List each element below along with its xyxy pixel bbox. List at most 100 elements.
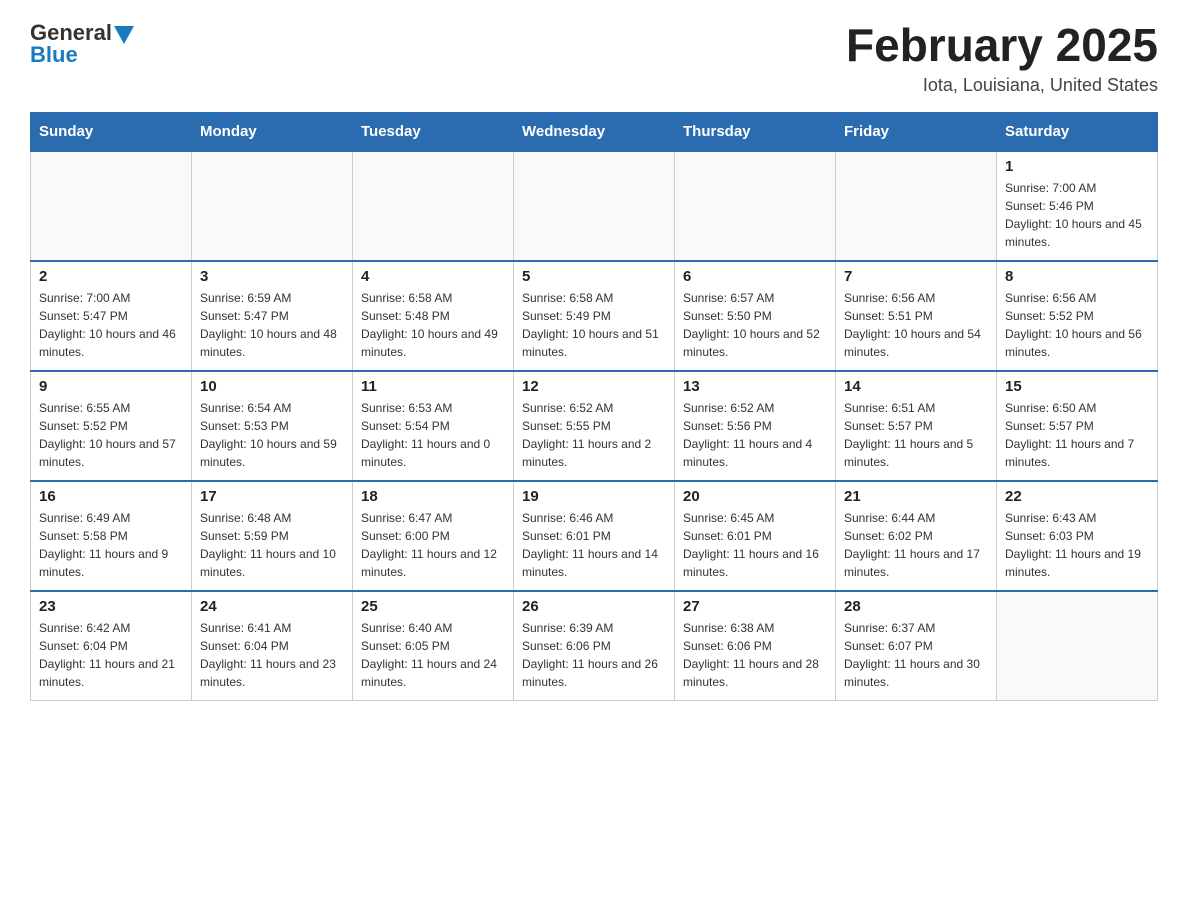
calendar-cell: 23 Sunrise: 6:42 AMSunset: 6:04 PMDayligh…: [31, 591, 192, 701]
calendar-cell: [514, 151, 675, 261]
calendar-cell: 18 Sunrise: 6:47 AMSunset: 6:00 PMDayligh…: [353, 481, 514, 591]
day-info: Sunrise: 6:56 AMSunset: 5:52 PMDaylight:…: [1005, 289, 1149, 361]
day-number: 2: [39, 268, 183, 285]
calendar-cell: 5Sunrise: 6:58 AMSunset: 5:49 PMDaylight…: [514, 261, 675, 371]
day-number: 17: [200, 488, 344, 505]
day-number: 13: [683, 378, 827, 395]
calendar-cell: [836, 151, 997, 261]
calendar-cell: 22 Sunrise: 6:43 AMSunset: 6:03 PMDayligh…: [997, 481, 1158, 591]
day-number: 4: [361, 268, 505, 285]
day-info: Sunrise: 6:52 AMSunset: 5:55 PMDaylight:…: [522, 399, 666, 471]
calendar-cell: 15 Sunrise: 6:50 AMSunset: 5:57 PMDayligh…: [997, 371, 1158, 481]
day-info: Sunrise: 6:52 AMSunset: 5:56 PMDaylight:…: [683, 399, 827, 471]
day-number: 1: [1005, 158, 1149, 175]
day-number: 3: [200, 268, 344, 285]
day-number: 24: [200, 598, 344, 615]
day-info: Sunrise: 6:41 AMSunset: 6:04 PMDaylight:…: [200, 619, 344, 691]
day-info: Sunrise: 6:38 AMSunset: 6:06 PMDaylight:…: [683, 619, 827, 691]
calendar-week-row: 23 Sunrise: 6:42 AMSunset: 6:04 PMDayligh…: [31, 591, 1158, 701]
calendar-cell: 19 Sunrise: 6:46 AMSunset: 6:01 PMDayligh…: [514, 481, 675, 591]
calendar-cell: 3 Sunrise: 6:59 AMSunset: 5:47 PMDaylight…: [192, 261, 353, 371]
day-info: Sunrise: 7:00 AMSunset: 5:47 PMDaylight:…: [39, 289, 183, 361]
day-number: 23: [39, 598, 183, 615]
day-number: 20: [683, 488, 827, 505]
day-info: Sunrise: 6:46 AMSunset: 6:01 PMDaylight:…: [522, 509, 666, 581]
calendar-cell: 28 Sunrise: 6:37 AMSunset: 6:07 PMDayligh…: [836, 591, 997, 701]
day-info: Sunrise: 6:50 AMSunset: 5:57 PMDaylight:…: [1005, 399, 1149, 471]
day-info: Sunrise: 6:44 AMSunset: 6:02 PMDaylight:…: [844, 509, 988, 581]
day-number: 15: [1005, 378, 1149, 395]
calendar-title: February 2025: [846, 20, 1158, 71]
calendar-week-row: 9 Sunrise: 6:55 AMSunset: 5:52 PMDaylight…: [31, 371, 1158, 481]
calendar-cell: 26Sunrise: 6:39 AMSunset: 6:06 PMDayligh…: [514, 591, 675, 701]
column-header-saturday: Saturday: [997, 112, 1158, 151]
calendar-cell: 8 Sunrise: 6:56 AMSunset: 5:52 PMDaylight…: [997, 261, 1158, 371]
day-number: 5: [522, 268, 666, 285]
column-header-sunday: Sunday: [31, 112, 192, 151]
day-info: Sunrise: 6:54 AMSunset: 5:53 PMDaylight:…: [200, 399, 344, 471]
day-number: 11: [361, 378, 505, 395]
day-info: Sunrise: 6:42 AMSunset: 6:04 PMDaylight:…: [39, 619, 183, 691]
logo-blue-text: Blue: [30, 42, 134, 68]
day-number: 14: [844, 378, 988, 395]
calendar-cell: [31, 151, 192, 261]
calendar-cell: 4 Sunrise: 6:58 AMSunset: 5:48 PMDaylight…: [353, 261, 514, 371]
day-info: Sunrise: 6:57 AMSunset: 5:50 PMDaylight:…: [683, 289, 827, 361]
page-header: General Blue February 2025 Iota, Louisia…: [30, 20, 1158, 96]
day-number: 10: [200, 378, 344, 395]
day-info: Sunrise: 6:51 AMSunset: 5:57 PMDaylight:…: [844, 399, 988, 471]
day-info: Sunrise: 6:55 AMSunset: 5:52 PMDaylight:…: [39, 399, 183, 471]
column-header-tuesday: Tuesday: [353, 112, 514, 151]
day-number: 7: [844, 268, 988, 285]
day-info: Sunrise: 6:45 AMSunset: 6:01 PMDaylight:…: [683, 509, 827, 581]
calendar-cell: 17 Sunrise: 6:48 AMSunset: 5:59 PMDayligh…: [192, 481, 353, 591]
day-info: Sunrise: 6:53 AMSunset: 5:54 PMDaylight:…: [361, 399, 505, 471]
calendar-week-row: 16Sunrise: 6:49 AMSunset: 5:58 PMDayligh…: [31, 481, 1158, 591]
calendar-cell: 20 Sunrise: 6:45 AMSunset: 6:01 PMDayligh…: [675, 481, 836, 591]
calendar-week-row: 2 Sunrise: 7:00 AMSunset: 5:47 PMDaylight…: [31, 261, 1158, 371]
calendar-week-row: 1 Sunrise: 7:00 AMSunset: 5:46 PMDaylight…: [31, 151, 1158, 261]
day-number: 27: [683, 598, 827, 615]
calendar-header-row: SundayMondayTuesdayWednesdayThursdayFrid…: [31, 112, 1158, 151]
day-number: 12: [522, 378, 666, 395]
calendar-cell: [997, 591, 1158, 701]
day-info: Sunrise: 6:40 AMSunset: 6:05 PMDaylight:…: [361, 619, 505, 691]
title-block: February 2025 Iota, Louisiana, United St…: [846, 20, 1158, 96]
day-info: Sunrise: 6:59 AMSunset: 5:47 PMDaylight:…: [200, 289, 344, 361]
day-info: Sunrise: 6:47 AMSunset: 6:00 PMDaylight:…: [361, 509, 505, 581]
day-number: 9: [39, 378, 183, 395]
calendar-cell: 21 Sunrise: 6:44 AMSunset: 6:02 PMDayligh…: [836, 481, 997, 591]
calendar-cell: [192, 151, 353, 261]
day-info: Sunrise: 6:37 AMSunset: 6:07 PMDaylight:…: [844, 619, 988, 691]
day-number: 21: [844, 488, 988, 505]
logo: General Blue: [30, 20, 134, 68]
calendar-cell: 1 Sunrise: 7:00 AMSunset: 5:46 PMDaylight…: [997, 151, 1158, 261]
day-info: Sunrise: 6:56 AMSunset: 5:51 PMDaylight:…: [844, 289, 988, 361]
column-header-thursday: Thursday: [675, 112, 836, 151]
day-number: 19: [522, 488, 666, 505]
calendar-cell: 27 Sunrise: 6:38 AMSunset: 6:06 PMDayligh…: [675, 591, 836, 701]
day-number: 26: [522, 598, 666, 615]
day-info: Sunrise: 7:00 AMSunset: 5:46 PMDaylight:…: [1005, 179, 1149, 251]
calendar-cell: 10 Sunrise: 6:54 AMSunset: 5:53 PMDayligh…: [192, 371, 353, 481]
calendar-cell: 16Sunrise: 6:49 AMSunset: 5:58 PMDayligh…: [31, 481, 192, 591]
day-number: 28: [844, 598, 988, 615]
day-number: 8: [1005, 268, 1149, 285]
column-header-wednesday: Wednesday: [514, 112, 675, 151]
day-info: Sunrise: 6:43 AMSunset: 6:03 PMDaylight:…: [1005, 509, 1149, 581]
calendar-table: SundayMondayTuesdayWednesdayThursdayFrid…: [30, 112, 1158, 702]
day-info: Sunrise: 6:58 AMSunset: 5:48 PMDaylight:…: [361, 289, 505, 361]
calendar-cell: 25 Sunrise: 6:40 AMSunset: 6:05 PMDayligh…: [353, 591, 514, 701]
calendar-cell: 7 Sunrise: 6:56 AMSunset: 5:51 PMDaylight…: [836, 261, 997, 371]
day-number: 25: [361, 598, 505, 615]
calendar-cell: 24 Sunrise: 6:41 AMSunset: 6:04 PMDayligh…: [192, 591, 353, 701]
day-info: Sunrise: 6:48 AMSunset: 5:59 PMDaylight:…: [200, 509, 344, 581]
day-number: 18: [361, 488, 505, 505]
calendar-cell: [353, 151, 514, 261]
calendar-cell: 12 Sunrise: 6:52 AMSunset: 5:55 PMDayligh…: [514, 371, 675, 481]
column-header-monday: Monday: [192, 112, 353, 151]
calendar-cell: 11 Sunrise: 6:53 AMSunset: 5:54 PMDayligh…: [353, 371, 514, 481]
day-number: 22: [1005, 488, 1149, 505]
calendar-cell: 14 Sunrise: 6:51 AMSunset: 5:57 PMDayligh…: [836, 371, 997, 481]
calendar-cell: 13 Sunrise: 6:52 AMSunset: 5:56 PMDayligh…: [675, 371, 836, 481]
